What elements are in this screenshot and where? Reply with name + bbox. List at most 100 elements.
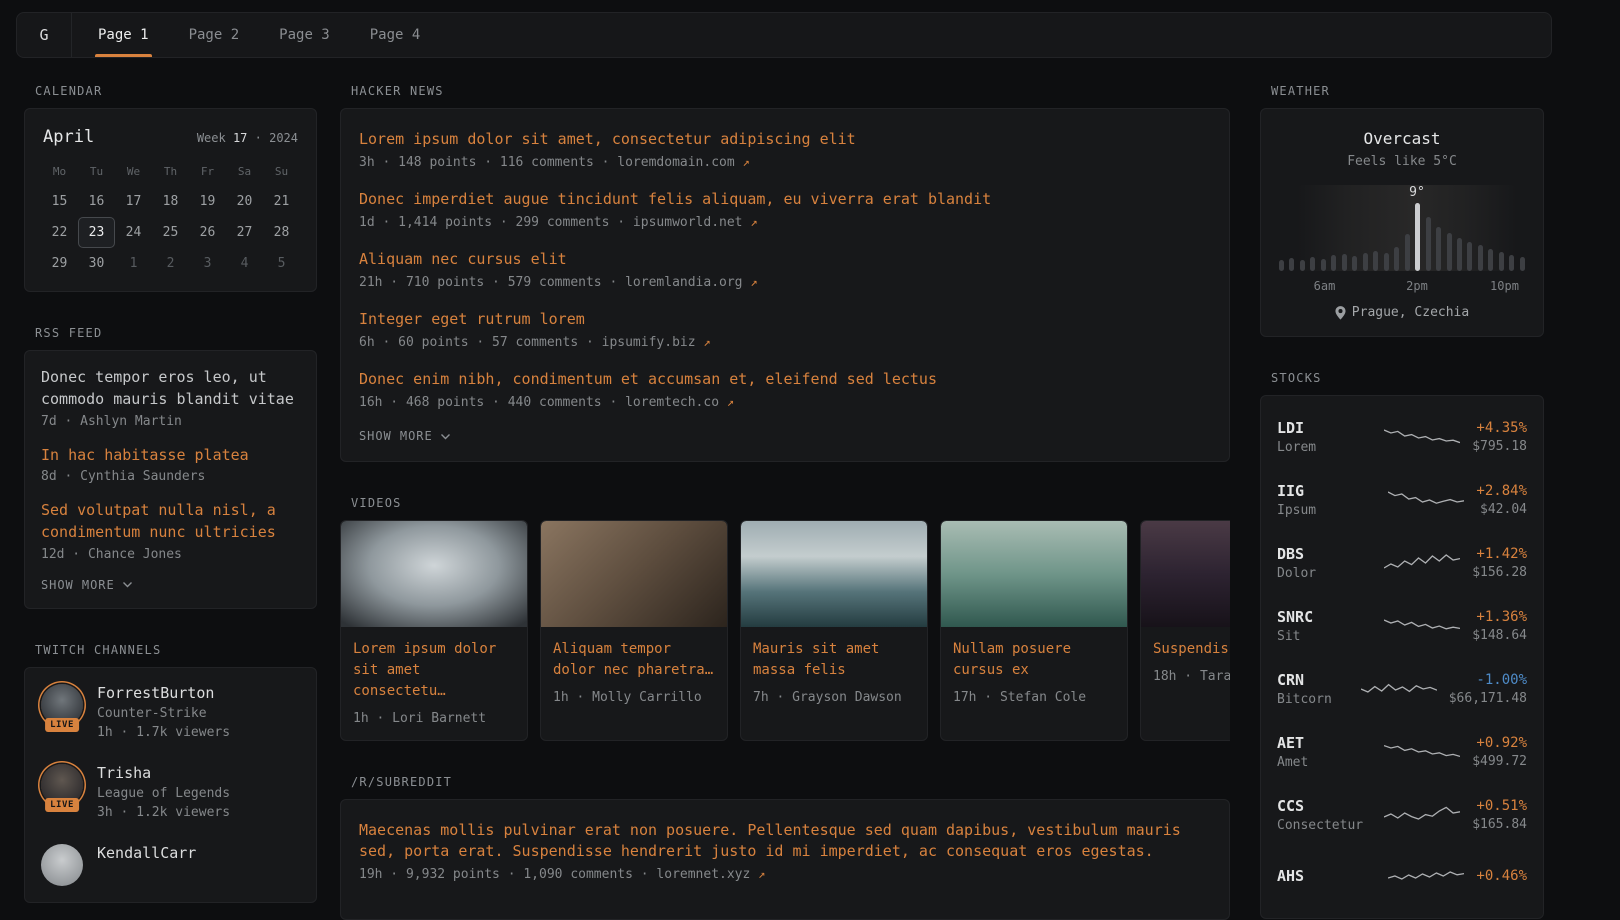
channel-name[interactable]: ForrestBurton: [97, 684, 230, 702]
calendar-day[interactable]: 30: [78, 248, 115, 279]
hn-show-more[interactable]: SHOW MORE: [359, 429, 1211, 443]
calendar-year: · 2024: [255, 131, 298, 145]
calendar-day[interactable]: 18: [152, 186, 189, 217]
video-card[interactable]: Aliquam tempor dolor nec pharetra… 1h · …: [540, 520, 728, 741]
stock-row[interactable]: DBS Dolor +1.42% $156.28: [1277, 531, 1527, 594]
nav-tab[interactable]: Page 3: [279, 13, 330, 57]
nav-tab-label: Page 3: [279, 27, 330, 43]
calendar-day[interactable]: 3: [189, 248, 226, 279]
videos-widget: VIDEOS Lorem ipsum dolor sit amet consec…: [340, 496, 1230, 741]
subreddit-item-meta[interactable]: 19h · 9,932 points · 1,090 comments · lo…: [359, 867, 1211, 882]
calendar-day[interactable]: 19: [189, 186, 226, 217]
weather-widget: WEATHER Overcast Feels like 5°C 9° 6am2p…: [1260, 84, 1544, 337]
stock-symbol: SNRC: [1277, 608, 1372, 626]
stock-right: -1.00% $66,171.48: [1449, 672, 1527, 706]
calendar-day-header: Th: [152, 155, 189, 186]
avatar-wrap: [41, 844, 83, 886]
video-thumbnail[interactable]: [741, 521, 927, 627]
channel-name[interactable]: Trisha: [97, 764, 230, 782]
nav-tab[interactable]: Page 1: [98, 13, 149, 57]
calendar-day[interactable]: 2: [152, 248, 189, 279]
video-card[interactable]: Mauris sit amet massa felis 7h · Grayson…: [740, 520, 928, 741]
calendar-day[interactable]: 26: [189, 217, 226, 248]
hackernews-widget: HACKER NEWS Lorem ipsum dolor sit amet, …: [340, 84, 1230, 462]
subreddit-item-title[interactable]: Maecenas mollis pulvinar erat non posuer…: [359, 820, 1211, 862]
hn-item-meta-text: 21h · 710 points · 579 comments · loreml…: [359, 275, 743, 290]
calendar-day[interactable]: 24: [115, 217, 152, 248]
nav-tab[interactable]: Page 2: [189, 13, 240, 57]
hn-item-title[interactable]: Aliquam nec cursus elit: [359, 249, 1211, 270]
calendar-day[interactable]: 16: [78, 186, 115, 217]
nav-tab-label: Page 1: [98, 27, 149, 43]
stock-price: $165.84: [1472, 817, 1527, 832]
section-title-twitch: TWITCH CHANNELS: [35, 643, 317, 657]
hn-item-meta[interactable]: 16h · 468 points · 440 comments · loremt…: [359, 395, 1211, 410]
rss-item: In hac habitasse platea 8d · Cynthia Sau…: [41, 445, 300, 485]
calendar-day[interactable]: 4: [226, 248, 263, 279]
video-card[interactable]: Suspendisse diam 18h · Tara: [1140, 520, 1230, 741]
calendar-day[interactable]: 29: [41, 248, 78, 279]
video-title[interactable]: Nullam posuere cursus ex: [953, 639, 1115, 681]
hn-item-title[interactable]: Donec imperdiet augue tincidunt felis al…: [359, 189, 1211, 210]
video-card[interactable]: Lorem ipsum dolor sit amet consectetu… 1…: [340, 520, 528, 741]
stock-row[interactable]: LDI Lorem +4.35% $795.18: [1277, 405, 1527, 468]
hn-item-title[interactable]: Donec enim nibh, condimentum et accumsan…: [359, 369, 1211, 390]
stock-symbol: DBS: [1277, 545, 1372, 563]
hn-item-meta[interactable]: 21h · 710 points · 579 comments · loreml…: [359, 275, 1211, 290]
video-title[interactable]: Mauris sit amet massa felis: [753, 639, 915, 681]
hackernews-card: Lorem ipsum dolor sit amet, consectetur …: [340, 108, 1230, 462]
twitch-channel[interactable]: LIVE Trisha League of Legends 3h · 1.2k …: [41, 764, 300, 820]
hn-item-title[interactable]: Lorem ipsum dolor sit amet, consectetur …: [359, 129, 1211, 150]
calendar-day[interactable]: 28: [263, 217, 300, 248]
calendar-day[interactable]: 23: [78, 217, 115, 248]
twitch-channel[interactable]: KendallCarr: [41, 844, 300, 886]
stock-row[interactable]: CRN Bitcorn -1.00% $66,171.48: [1277, 657, 1527, 720]
calendar-day[interactable]: 20: [226, 186, 263, 217]
left-column: CALENDAR April Week 17 · 2024 MoTuWeThFr…: [24, 84, 317, 903]
twitch-card: LIVE ForrestBurton Counter-Strike 1h · 1…: [24, 667, 317, 903]
rss-item-title[interactable]: In hac habitasse platea: [41, 445, 300, 467]
rss-item-title[interactable]: Sed volutpat nulla nisl, a condimentum n…: [41, 500, 300, 544]
channel-name[interactable]: KendallCarr: [97, 844, 196, 862]
hn-item-meta[interactable]: 3h · 148 points · 116 comments · loremdo…: [359, 155, 1211, 170]
video-thumbnail[interactable]: [341, 521, 527, 627]
video-title[interactable]: Lorem ipsum dolor sit amet consectetu…: [353, 639, 515, 702]
video-title[interactable]: Suspendisse diam: [1153, 639, 1230, 660]
stock-row[interactable]: IIG Ipsum +2.84% $42.04: [1277, 468, 1527, 531]
video-title[interactable]: Aliquam tempor dolor nec pharetra…: [553, 639, 715, 681]
dashboard: CALENDAR April Week 17 · 2024 MoTuWeThFr…: [0, 58, 1620, 920]
stock-row[interactable]: AET Amet +0.92% $499.72: [1277, 720, 1527, 783]
calendar-day[interactable]: 15: [41, 186, 78, 217]
stock-row[interactable]: CCS Consectetur +0.51% $165.84: [1277, 783, 1527, 846]
calendar-day[interactable]: 21: [263, 186, 300, 217]
section-title-rss: RSS FEED: [35, 326, 317, 340]
twitch-channel[interactable]: LIVE ForrestBurton Counter-Strike 1h · 1…: [41, 684, 300, 740]
calendar-day-header: Fr: [189, 155, 226, 186]
hn-item-meta[interactable]: 6h · 60 points · 57 comments · ipsumify.…: [359, 335, 1211, 350]
stock-symbol: AET: [1277, 734, 1372, 752]
calendar-day[interactable]: 27: [226, 217, 263, 248]
nav-tab[interactable]: Page 4: [370, 13, 421, 57]
stock-price: $42.04: [1476, 502, 1527, 517]
video-card[interactable]: Nullam posuere cursus ex 17h · Stefan Co…: [940, 520, 1128, 741]
rss-item: Donec tempor eros leo, ut commodo mauris…: [41, 367, 300, 429]
stock-row[interactable]: SNRC Sit +1.36% $148.64: [1277, 594, 1527, 657]
hn-item-title[interactable]: Integer eget rutrum lorem: [359, 309, 1211, 330]
stock-right: +0.92% $499.72: [1472, 735, 1527, 769]
weather-feels-like: Feels like 5°C: [1277, 154, 1527, 169]
calendar-day[interactable]: 17: [115, 186, 152, 217]
calendar-day[interactable]: 22: [41, 217, 78, 248]
rss-item-title[interactable]: Donec tempor eros leo, ut commodo mauris…: [41, 367, 300, 411]
calendar-week-word: Week: [197, 131, 226, 145]
video-thumbnail[interactable]: [941, 521, 1127, 627]
calendar-day[interactable]: 5: [263, 248, 300, 279]
video-thumbnail[interactable]: [1141, 521, 1230, 627]
video-thumbnail[interactable]: [541, 521, 727, 627]
weather-bar: [1342, 254, 1347, 271]
calendar-day[interactable]: 25: [152, 217, 189, 248]
calendar-day-header: Mo: [41, 155, 78, 186]
stock-price: $156.28: [1472, 565, 1527, 580]
hn-item-meta[interactable]: 1d · 1,414 points · 299 comments · ipsum…: [359, 215, 1211, 230]
rss-show-more[interactable]: SHOW MORE: [41, 578, 300, 592]
calendar-day[interactable]: 1: [115, 248, 152, 279]
